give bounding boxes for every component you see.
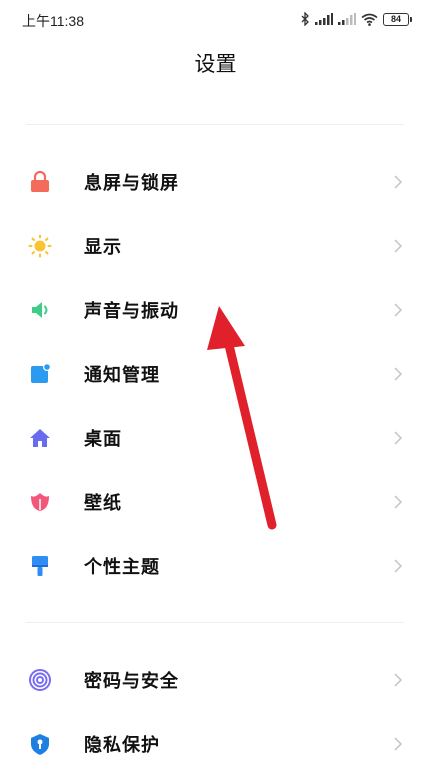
menu-label: 隐私保护	[84, 735, 160, 756]
speaker-icon	[28, 298, 52, 322]
menu-item-wallpaper[interactable]: 壁纸	[0, 470, 431, 534]
menu-label: 密码与安全	[84, 671, 179, 692]
chevron-right-icon	[393, 302, 403, 318]
menu-label: 通知管理	[84, 365, 160, 386]
paintbrush-icon	[28, 554, 52, 578]
status-icons: 84	[301, 10, 412, 28]
signal-icon-1	[315, 13, 333, 25]
divider	[26, 124, 404, 125]
menu-item-privacy[interactable]: 隐私保护	[0, 712, 431, 776]
chevron-right-icon	[393, 558, 403, 574]
chevron-right-icon	[393, 238, 403, 254]
menu-item-display[interactable]: 显示	[0, 214, 431, 278]
battery-icon: 84	[383, 12, 412, 26]
home-icon	[28, 426, 52, 450]
menu-item-home-screen[interactable]: 桌面	[0, 406, 431, 470]
tulip-icon	[28, 490, 52, 514]
divider	[26, 622, 404, 623]
signal-icon-2	[338, 13, 356, 25]
page-title: 设置	[194, 52, 237, 76]
menu-item-password-security[interactable]: 密码与安全	[0, 648, 431, 712]
menu-item-lock-screen[interactable]: 息屏与锁屏	[0, 150, 431, 214]
menu-item-themes[interactable]: 个性主题	[0, 534, 431, 598]
fingerprint-icon	[28, 668, 52, 692]
menu-item-notifications[interactable]: 通知管理	[0, 342, 431, 406]
chevron-right-icon	[393, 430, 403, 446]
chevron-right-icon	[393, 494, 403, 510]
status-bar: 上午11:38 84	[0, 0, 431, 40]
notification-icon	[28, 362, 52, 386]
chevron-right-icon	[393, 174, 403, 190]
menu-label: 声音与振动	[84, 301, 179, 322]
menu-label: 息屏与锁屏	[84, 173, 179, 194]
sun-icon	[28, 234, 52, 258]
bluetooth-icon	[301, 12, 310, 26]
chevron-right-icon	[393, 366, 403, 382]
chevron-right-icon	[393, 672, 403, 688]
battery-level: 84	[390, 14, 401, 24]
status-time: 上午11:38	[22, 13, 84, 29]
wifi-icon	[361, 13, 378, 26]
privacy-icon	[28, 732, 52, 756]
lock-icon	[28, 170, 52, 194]
menu-item-sound[interactable]: 声音与振动	[0, 278, 431, 342]
menu-label: 桌面	[84, 429, 122, 450]
menu-label: 壁纸	[84, 493, 122, 514]
menu-label: 显示	[84, 237, 122, 258]
menu-label: 个性主题	[84, 557, 160, 578]
